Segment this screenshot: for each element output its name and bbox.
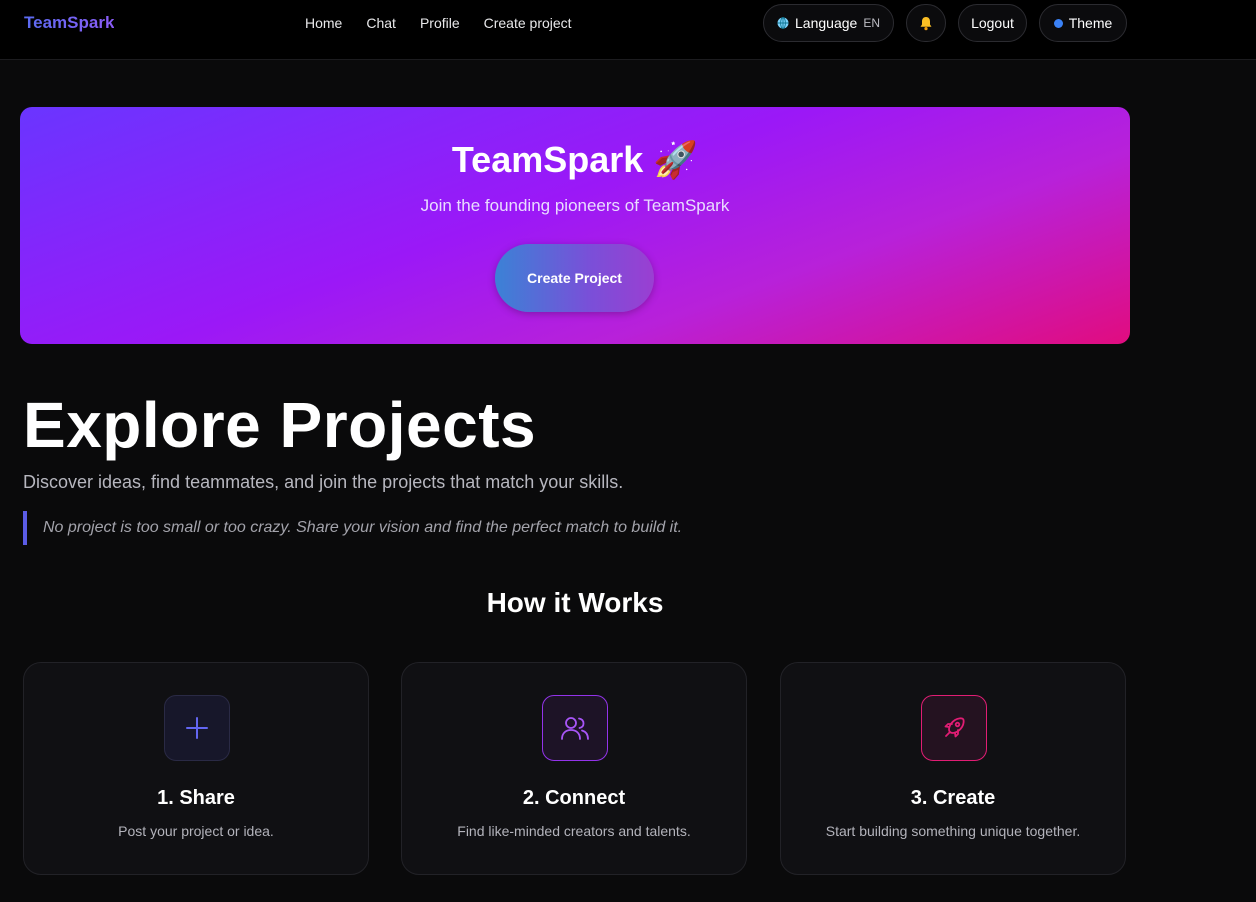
- language-button[interactable]: Language EN: [763, 4, 894, 42]
- theme-dot-icon: [1053, 18, 1063, 28]
- notifications-button[interactable]: [906, 4, 946, 42]
- nav-chat[interactable]: Chat: [366, 15, 396, 31]
- rocket-icon: [921, 695, 987, 761]
- globe-icon: [777, 17, 789, 29]
- theme-button[interactable]: Theme: [1039, 4, 1127, 42]
- page-description: Discover ideas, find teammates, and join…: [23, 472, 624, 492]
- top-navbar: TeamSpark Home Chat Profile Create proje…: [0, 0, 1256, 60]
- brand-logo[interactable]: TeamSpark: [24, 13, 114, 33]
- step-card-create: 3. Create Start building something uniqu…: [780, 662, 1126, 875]
- hero-subtitle: Join the founding pioneers of TeamSpark: [420, 196, 730, 215]
- nav-create-project[interactable]: Create project: [484, 15, 572, 31]
- quote-text: No project is too small or too crazy. Sh…: [43, 519, 683, 536]
- step-card-connect: 2. Connect Find like-minded creators and…: [401, 662, 747, 875]
- plus-icon: [164, 695, 230, 761]
- create-project-button[interactable]: Create Project: [495, 244, 654, 312]
- motto-quote: No project is too small or too crazy. Sh…: [23, 511, 682, 545]
- users-icon: [542, 695, 608, 761]
- language-code: EN: [863, 16, 880, 30]
- step-description: Start building something unique together…: [825, 823, 1081, 839]
- main-nav: Home Chat Profile Create project: [305, 15, 572, 31]
- step-description: Find like-minded creators and talents.: [457, 823, 691, 839]
- how-it-works-heading: How it Works: [486, 587, 664, 618]
- step-title: 1. Share: [157, 787, 235, 809]
- language-label: Language: [795, 15, 858, 31]
- logout-button[interactable]: Logout: [958, 4, 1027, 42]
- hero-title: TeamSpark 🚀: [451, 139, 699, 180]
- step-title: 3. Create: [910, 787, 996, 809]
- nav-home[interactable]: Home: [305, 15, 342, 31]
- page-title: Explore Projects: [23, 389, 537, 461]
- step-title: 2. Connect: [522, 787, 626, 809]
- theme-label: Theme: [1068, 15, 1113, 31]
- nav-profile[interactable]: Profile: [420, 15, 460, 31]
- hero-banner: TeamSpark 🚀 Join the founding pioneers o…: [20, 107, 1130, 344]
- step-description: Post your project or idea.: [118, 823, 274, 839]
- bell-icon: [920, 16, 932, 30]
- step-card-share: 1. Share Post your project or idea.: [23, 662, 369, 875]
